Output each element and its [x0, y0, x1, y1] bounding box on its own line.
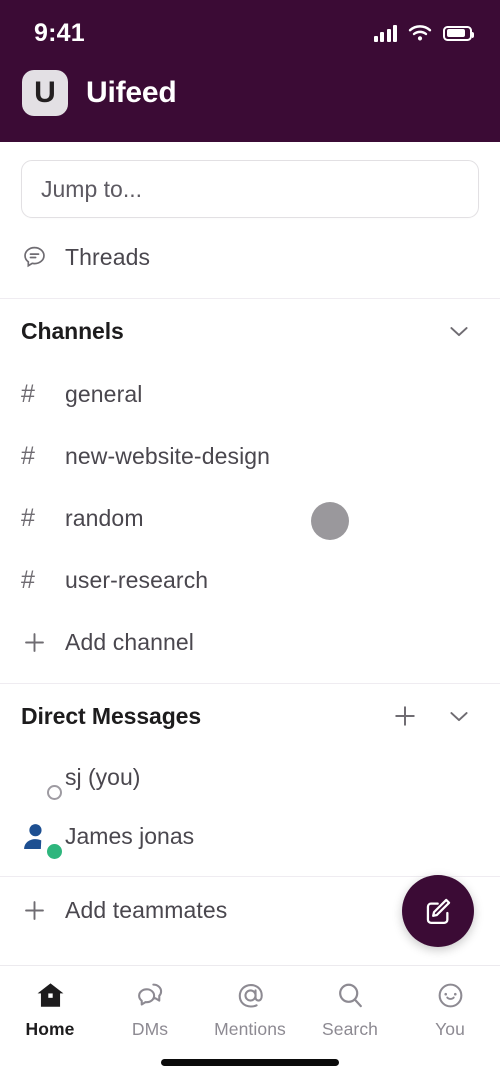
tab-label: Search — [321, 1019, 379, 1039]
presence-away-icon — [47, 784, 62, 800]
touch-indicator — [311, 502, 349, 540]
dm-title: Direct Messages — [21, 702, 202, 729]
tab-home[interactable]: Home — [0, 978, 100, 1040]
channel-label: random — [65, 504, 144, 531]
threads-bubble-icon — [21, 244, 65, 271]
dm-item-james-jonas[interactable]: James jonas — [0, 807, 500, 866]
add-channel-label: Add channel — [65, 628, 194, 655]
avatar — [21, 761, 65, 800]
at-mention-icon — [235, 978, 266, 1012]
compose-pencil-icon — [426, 898, 451, 925]
tab-search[interactable]: Search — [300, 978, 400, 1040]
status-bar: 9:41 — [0, 14, 500, 52]
channels-section-header[interactable]: Channels — [0, 299, 500, 363]
compose-button[interactable] — [402, 875, 474, 947]
status-bar-icons — [373, 24, 474, 42]
profile-face-icon — [435, 978, 466, 1012]
dm-name: James jonas — [65, 823, 195, 849]
chevron-down-icon[interactable] — [445, 702, 473, 730]
wifi-icon — [408, 25, 432, 41]
channel-label: general — [65, 380, 143, 407]
hash-icon: # — [21, 441, 35, 470]
avatar — [21, 820, 65, 859]
hash-icon: # — [21, 379, 35, 408]
workspace-logo: U — [22, 70, 68, 116]
sidebar-scroll-area: Jump to... Threads Channels # general # … — [0, 142, 500, 965]
battery-icon — [443, 25, 474, 41]
chevron-down-icon[interactable] — [445, 317, 473, 345]
plus-icon[interactable] — [391, 702, 419, 730]
plus-icon — [21, 897, 65, 924]
dm-item-sj[interactable]: sj (you) — [0, 748, 500, 807]
status-bar-time: 9:41 — [34, 18, 85, 47]
search-magnifier-icon — [335, 978, 366, 1012]
app-header: 9:41 U Uifeed — [0, 0, 500, 142]
dms-bubble-icon — [135, 978, 166, 1012]
home-icon — [35, 978, 66, 1012]
channel-item-general[interactable]: # general — [0, 363, 500, 425]
tab-dms[interactable]: DMs — [100, 978, 200, 1040]
home-indicator — [161, 1059, 339, 1066]
channel-item-random[interactable]: # random — [0, 487, 500, 549]
dm-section-header[interactable]: Direct Messages — [0, 684, 500, 748]
cellular-signal-icon — [373, 24, 397, 42]
search-input[interactable]: Jump to... — [21, 160, 479, 218]
channel-item-new-website-design[interactable]: # new-website-design — [0, 425, 500, 487]
channels-actions — [445, 317, 479, 345]
plus-icon — [21, 629, 65, 656]
hash-icon: # — [21, 565, 35, 594]
channels-title: Channels — [21, 317, 124, 344]
tab-you[interactable]: You — [400, 978, 500, 1040]
add-teammates-label: Add teammates — [65, 896, 228, 923]
workspace-header[interactable]: U Uifeed — [0, 52, 500, 142]
tab-label: You — [435, 1019, 465, 1039]
search-container: Jump to... — [0, 142, 500, 218]
workspace-name: Uifeed — [86, 76, 177, 109]
add-channel-button[interactable]: Add channel — [0, 611, 500, 673]
tab-mentions[interactable]: Mentions — [200, 978, 300, 1040]
dm-actions — [391, 702, 479, 730]
dm-name: sj (you) — [65, 764, 141, 790]
hash-icon: # — [21, 503, 35, 532]
presence-online-icon — [47, 843, 62, 859]
slack-mobile-app: 9:41 U Uifeed Jump to... Threads Channel… — [0, 0, 500, 1080]
channel-label: new-website-design — [65, 442, 271, 469]
threads-label: Threads — [65, 243, 151, 270]
channel-item-user-research[interactable]: # user-research — [0, 549, 500, 611]
channel-label: user-research — [65, 566, 209, 593]
tab-label: Mentions — [214, 1019, 286, 1039]
tab-label: DMs — [131, 1019, 169, 1039]
tab-label: Home — [25, 1019, 75, 1039]
threads-item[interactable]: Threads — [0, 226, 500, 288]
